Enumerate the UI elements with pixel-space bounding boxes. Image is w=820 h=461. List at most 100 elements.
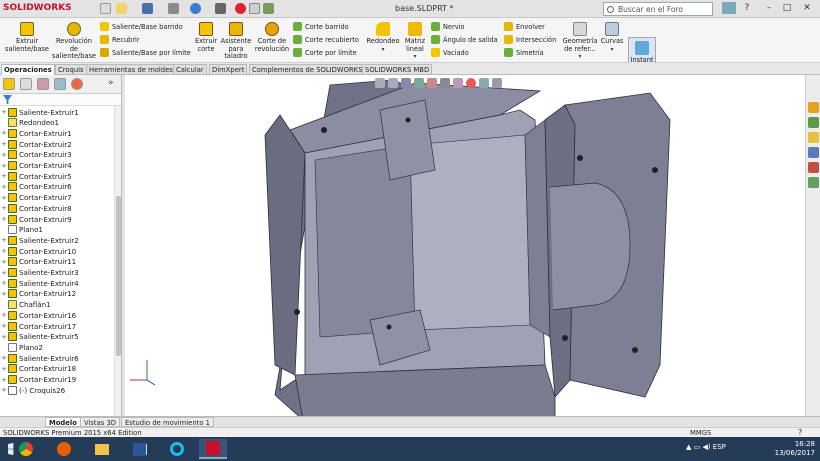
taskbar-word[interactable]: [125, 439, 153, 459]
tab-modelo[interactable]: Modelo: [45, 417, 81, 427]
tree-item[interactable]: + Saliente-Extruir6: [0, 353, 79, 363]
reference-geometry-button[interactable]: Geometría de refer... ▾: [562, 22, 598, 61]
boundary-boss-button[interactable]: Saliente/Base por límite: [100, 48, 191, 57]
boundary-cut-button[interactable]: Corte por límite: [293, 48, 357, 57]
expand-toggle-icon[interactable]: +: [0, 183, 8, 191]
revolve-boss-button[interactable]: Revolución de saliente/base: [52, 22, 96, 61]
display-manager-icon[interactable]: [71, 78, 83, 90]
tree-item[interactable]: + Cortar-Extruir12: [0, 289, 76, 299]
taskbar-solidworks[interactable]: [199, 439, 227, 459]
tree-item[interactable]: Redondeo1: [0, 118, 59, 128]
file-properties-icon[interactable]: [249, 3, 260, 14]
tree-item[interactable]: Plano2: [0, 342, 43, 352]
linear-pattern-button[interactable]: Matriz lineal ▾: [402, 22, 428, 61]
expand-toggle-icon[interactable]: +: [0, 354, 8, 362]
section-view-icon[interactable]: [414, 78, 424, 88]
expand-toggle-icon[interactable]: +: [0, 333, 8, 341]
maximize-button[interactable]: □: [780, 2, 794, 14]
extrude-boss-button[interactable]: Extruir saliente/base: [5, 22, 49, 53]
appearances-icon[interactable]: [808, 162, 819, 173]
dimxpert-manager-icon[interactable]: [54, 78, 66, 90]
print-icon[interactable]: [168, 3, 179, 14]
expand-toggle-icon[interactable]: +: [0, 194, 8, 202]
graphics-area[interactable]: [125, 75, 805, 416]
system-tray[interactable]: ▲ ▭ ◀) ESP: [686, 443, 726, 451]
help-icon[interactable]: ?: [740, 2, 754, 14]
tree-item[interactable]: + Saliente-Extruir2: [0, 235, 79, 245]
custom-properties-icon[interactable]: [808, 177, 819, 188]
save-icon[interactable]: [142, 3, 153, 14]
tab-operaciones[interactable]: Operaciones: [1, 64, 55, 75]
tree-scrollbar[interactable]: [114, 106, 121, 416]
taskbar-ie[interactable]: [163, 439, 191, 459]
taskbar-chrome[interactable]: [12, 439, 40, 459]
tree-item[interactable]: + Cortar-Extruir5: [0, 171, 72, 181]
options-icon[interactable]: [263, 3, 274, 14]
expand-toggle-icon[interactable]: +: [0, 322, 8, 330]
undo-icon[interactable]: [190, 3, 201, 14]
view-orientation-icon[interactable]: [427, 78, 437, 88]
expand-toggle-icon[interactable]: +: [0, 279, 8, 287]
taskbar-firefox[interactable]: [50, 439, 78, 459]
apply-scene-icon[interactable]: [479, 78, 489, 88]
expand-toggle-icon[interactable]: +: [0, 172, 8, 180]
swept-boss-button[interactable]: Saliente/Base barrido: [100, 22, 183, 31]
tree-item[interactable]: + Cortar-Extruir7: [0, 193, 72, 203]
expand-toggle-icon[interactable]: +: [0, 290, 8, 298]
tab-herramientas-moldes[interactable]: Herramientas de moldes: [86, 64, 176, 75]
swept-cut-button[interactable]: Corte barrido: [293, 22, 349, 31]
tree-item[interactable]: + Saliente-Extruir1: [0, 107, 79, 117]
help-icon[interactable]: ?: [798, 428, 802, 437]
zoom-to-fit-icon[interactable]: [375, 78, 385, 88]
taskbar-explorer[interactable]: [88, 439, 116, 459]
tree-item[interactable]: + (-) Croquis26: [0, 385, 65, 395]
language-indicator[interactable]: ESP: [713, 443, 726, 451]
tree-item[interactable]: + Cortar-Extruir6: [0, 182, 72, 192]
tree-item[interactable]: + Cortar-Extruir9: [0, 214, 72, 224]
display-style-icon[interactable]: [440, 78, 450, 88]
select-arrow-icon[interactable]: [215, 3, 226, 14]
configuration-manager-icon[interactable]: [37, 78, 49, 90]
tab-vistas-3d[interactable]: Vistas 3D: [80, 417, 121, 427]
tree-item[interactable]: Plano1: [0, 225, 43, 235]
search-forum-input[interactable]: Buscar en el Foro: [603, 2, 713, 16]
view-palette-icon[interactable]: [808, 147, 819, 158]
ref-geometry-dropdown-icon[interactable]: ▾: [578, 53, 581, 61]
tree-item[interactable]: + Cortar-Extruir11: [0, 257, 76, 267]
expand-toggle-icon[interactable]: +: [0, 386, 8, 394]
close-button[interactable]: ✕: [800, 2, 814, 14]
units-selector[interactable]: MMGS: [690, 429, 711, 437]
expand-toggle-icon[interactable]: +: [0, 129, 8, 137]
minimize-button[interactable]: –: [762, 2, 776, 14]
draft-button[interactable]: Ángulo de salida: [431, 35, 498, 44]
expand-toggle-icon[interactable]: +: [0, 204, 8, 212]
property-manager-icon[interactable]: [20, 78, 32, 90]
tree-item[interactable]: + Cortar-Extruir16: [0, 310, 76, 320]
revolve-cut-button[interactable]: Corte de revolución: [254, 22, 290, 53]
tree-item[interactable]: + Cortar-Extruir10: [0, 246, 76, 256]
intersect-button[interactable]: Intersección: [504, 35, 556, 44]
solidworks-logo[interactable]: SOLIDWORKS: [3, 3, 73, 16]
expand-toggle-icon[interactable]: +: [0, 236, 8, 244]
expand-toggle-icon[interactable]: +: [0, 269, 8, 277]
wrap-button[interactable]: Envolver: [504, 22, 545, 31]
fillet-dropdown-icon[interactable]: ▾: [381, 46, 384, 54]
feature-manager-icon[interactable]: [3, 78, 15, 90]
expand-toggle-icon[interactable]: +: [0, 311, 8, 319]
expand-toggle-icon[interactable]: +: [0, 247, 8, 255]
tree-item[interactable]: + Cortar-Extruir8: [0, 203, 72, 213]
expand-toggle-icon[interactable]: +: [0, 162, 8, 170]
tab-calcular[interactable]: Calcular: [173, 64, 207, 75]
shell-button[interactable]: Vaciado: [431, 48, 469, 57]
tab-estudio-movimiento[interactable]: Estudio de movimiento 1: [121, 417, 214, 427]
fillet-button[interactable]: Redondeo ▾: [365, 22, 401, 53]
expand-toggle-icon[interactable]: +: [0, 215, 8, 223]
solidworks-resources-icon[interactable]: [808, 102, 819, 113]
expand-toggle-icon[interactable]: +: [0, 151, 8, 159]
tab-croquis[interactable]: Croquis: [55, 64, 87, 75]
rib-button[interactable]: Nervio: [431, 22, 464, 31]
tab-complementos[interactable]: Complementos de SOLIDWORKS: [249, 64, 366, 75]
expand-toggle-icon[interactable]: +: [0, 376, 8, 384]
wrap-boss-button[interactable]: Recubrir: [100, 35, 140, 44]
tree-item[interactable]: + Cortar-Extruir3: [0, 150, 72, 160]
